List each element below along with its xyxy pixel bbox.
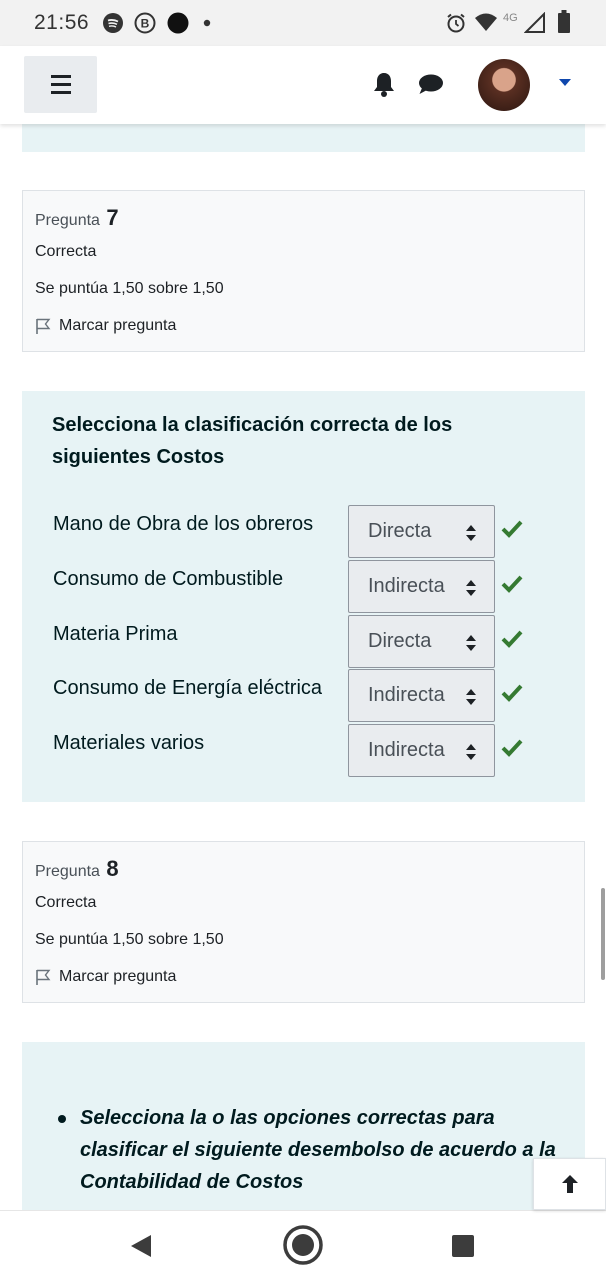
top-navbar xyxy=(0,46,606,124)
spotify-icon xyxy=(103,13,123,33)
flag-label: Marcar pregunta xyxy=(59,317,177,334)
sort-arrows-icon xyxy=(466,525,476,541)
question-grade: Se puntúa 1,50 sobre 1,50 xyxy=(35,931,224,948)
b-badge-icon: B xyxy=(134,12,156,34)
quiz-review-content: Pregunta 7 Correcta Se puntúa 1,50 sobre… xyxy=(0,124,606,1210)
signal-icon xyxy=(524,12,545,33)
menu-button[interactable] xyxy=(24,56,97,113)
match-label: Consumo de Energía eléctrica xyxy=(53,677,323,699)
wifi-icon xyxy=(475,13,497,31)
flag-icon xyxy=(36,318,51,334)
match-row: Materiales varios Indirecta xyxy=(53,724,573,777)
status-bar: 21:56 B 4G xyxy=(0,0,606,46)
question-state: Correcta xyxy=(35,894,97,911)
svg-text:B: B xyxy=(141,17,150,31)
question-prompt: Selecciona la clasificación correcta de … xyxy=(52,414,453,468)
answer-select[interactable]: Directa xyxy=(348,505,495,558)
bullet-icon xyxy=(58,1115,66,1123)
check-icon xyxy=(501,575,523,593)
sort-arrows-icon xyxy=(466,744,476,760)
avatar[interactable] xyxy=(478,59,530,111)
match-row: Mano de Obra de los obreros Directa xyxy=(53,505,573,558)
chat-icon[interactable] xyxy=(418,73,444,95)
answer-select[interactable]: Indirecta xyxy=(348,560,495,613)
question-8-info: Pregunta 8 Correcta Se puntúa 1,50 sobre… xyxy=(22,841,585,1003)
question-number: Pregunta 8 xyxy=(35,856,119,882)
dot-icon xyxy=(203,19,211,27)
question-grade: Se puntúa 1,50 sobre 1,50 xyxy=(35,280,224,297)
flag-icon xyxy=(36,969,51,985)
question-number-value: 8 xyxy=(106,856,119,881)
answer-select[interactable]: Indirecta xyxy=(348,724,495,777)
status-time: 21:56 xyxy=(34,11,90,34)
question-8-content: Selecciona la o las opciones correctas p… xyxy=(22,1042,585,1210)
question-state: Correcta xyxy=(35,243,97,260)
flag-question-link[interactable]: Marcar pregunta xyxy=(35,968,176,986)
caret-down-icon[interactable] xyxy=(559,79,571,86)
selected-value: Indirecta xyxy=(368,739,445,761)
question-label: Pregunta xyxy=(35,863,100,880)
match-row: Materia Prima Directa xyxy=(53,615,573,668)
selected-value: Directa xyxy=(368,630,432,652)
match-row: Consumo de Combustible Indirecta xyxy=(53,560,573,613)
selected-value: Indirecta xyxy=(368,575,445,597)
back-to-top-button[interactable] xyxy=(533,1158,606,1210)
answer-select[interactable]: Indirecta xyxy=(348,669,495,722)
question-number-value: 7 xyxy=(106,205,119,230)
arrow-up-icon xyxy=(561,1175,578,1193)
sort-arrows-icon xyxy=(466,635,476,651)
home-icon[interactable] xyxy=(282,1224,324,1266)
alarm-icon xyxy=(447,13,465,33)
match-label: Materiales varios xyxy=(53,732,205,754)
back-icon[interactable] xyxy=(129,1233,153,1259)
battery-icon xyxy=(558,10,570,33)
flag-label: Marcar pregunta xyxy=(59,968,177,985)
sort-arrows-icon xyxy=(466,580,476,596)
question-prompt: Selecciona la o las opciones correctas p… xyxy=(80,1107,556,1193)
check-icon xyxy=(501,739,523,757)
answer-select[interactable]: Directa xyxy=(348,615,495,668)
selected-value: Indirecta xyxy=(368,684,445,706)
scrollbar[interactable] xyxy=(601,888,605,980)
check-icon xyxy=(501,684,523,702)
question-label: Pregunta xyxy=(35,212,100,229)
recents-icon[interactable] xyxy=(452,1235,474,1257)
question-7-content: Selecciona la clasificación correcta de … xyxy=(22,391,585,802)
match-row: Consumo de Energía eléctrica Indirecta xyxy=(53,669,573,722)
previous-question-panel xyxy=(22,124,585,152)
sort-arrows-icon xyxy=(466,689,476,705)
menu-icon xyxy=(50,75,71,78)
check-icon xyxy=(501,630,523,648)
flag-question-link[interactable]: Marcar pregunta xyxy=(35,317,176,335)
question-7-info: Pregunta 7 Correcta Se puntúa 1,50 sobre… xyxy=(22,190,585,352)
circle-icon xyxy=(167,12,189,34)
check-icon xyxy=(501,520,523,538)
android-nav-bar xyxy=(0,1210,606,1280)
match-label: Consumo de Combustible xyxy=(53,568,284,590)
selected-value: Directa xyxy=(368,520,432,542)
question-number: Pregunta 7 xyxy=(35,205,119,231)
network-label: 4G xyxy=(503,12,518,24)
match-label: Mano de Obra de los obreros xyxy=(53,513,314,535)
match-label: Materia Prima xyxy=(53,623,178,645)
bell-icon[interactable] xyxy=(372,71,396,97)
